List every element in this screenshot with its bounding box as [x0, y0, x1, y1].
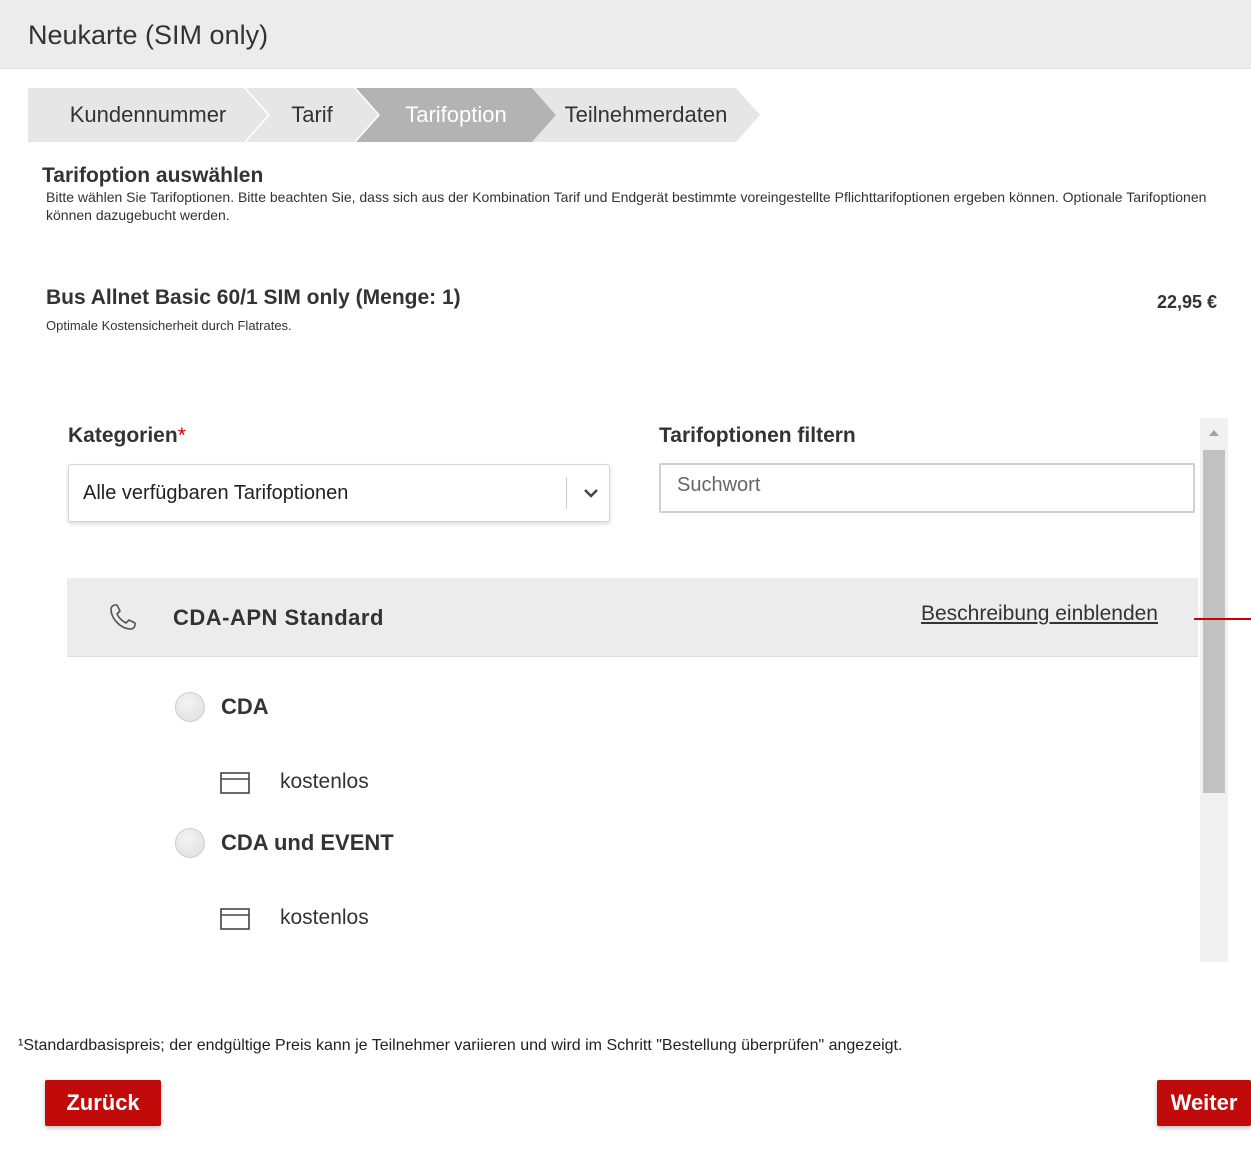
- chevron-down-icon[interactable]: [581, 483, 601, 503]
- option-label-cda-und-event: CDA und EVENT: [221, 830, 394, 855]
- tariff-name: Bus Allnet Basic 60/1 SIM only (Menge: 1…: [46, 286, 461, 309]
- section-title: Tarifoption auswählen: [42, 164, 264, 187]
- option-group-title: CDA-APN Standard: [173, 605, 384, 630]
- red-indicator-line: [1194, 618, 1251, 620]
- step-kundennummer[interactable]: Kundennummer: [28, 88, 268, 142]
- breadcrumb-stepper: Kundennummer Tarif Tarifoption Teilnehme…: [28, 88, 768, 142]
- section-description: Bitte wählen Sie Tarifoptionen. Bitte be…: [46, 189, 1207, 223]
- categories-label-text: Kategorien: [68, 424, 178, 447]
- show-description-link[interactable]: Beschreibung einblenden: [921, 602, 1158, 626]
- option-price-cda: kostenlos: [280, 770, 369, 793]
- step-label: Tarif: [291, 102, 333, 127]
- radio-cda-und-event[interactable]: [175, 828, 205, 858]
- page-header: Neukarte (SIM only): [0, 0, 1251, 69]
- scroll-up-arrow-icon[interactable]: [1200, 418, 1228, 448]
- select-divider: [566, 477, 567, 509]
- next-button[interactable]: Weiter: [1157, 1080, 1251, 1126]
- back-button[interactable]: Zurück: [45, 1080, 161, 1126]
- phone-icon: [110, 604, 136, 630]
- option-label-cda: CDA: [221, 694, 269, 719]
- categories-selected-value: Alle verfügbaren Tarifoptionen: [83, 482, 349, 504]
- option-group-header: CDA-APN Standard Beschreibung einblenden: [67, 578, 1198, 657]
- option-price-cda-und-event: kostenlos: [280, 906, 369, 929]
- step-label: Kundennummer: [69, 102, 227, 127]
- scrollbar-thumb[interactable]: [1203, 450, 1225, 793]
- radio-cda[interactable]: [175, 692, 205, 722]
- search-input[interactable]: [659, 463, 1195, 513]
- required-mark: *: [177, 424, 186, 447]
- footnote: ¹Standardbasispreis; der endgültige Prei…: [18, 1037, 903, 1054]
- categories-label: Kategorien*: [68, 424, 186, 448]
- credit-card-icon: [220, 908, 250, 930]
- step-label: Teilnehmerdaten: [564, 102, 728, 127]
- step-tarifoption[interactable]: Tarifoption: [356, 88, 556, 142]
- credit-card-icon: [220, 772, 250, 794]
- filter-label: Tarifoptionen filtern: [659, 424, 856, 447]
- page-title: Neukarte (SIM only): [28, 20, 269, 50]
- tariff-price: 22,95 €: [1156, 292, 1217, 312]
- categories-select[interactable]: Alle verfügbaren Tarifoptionen: [68, 464, 610, 522]
- step-teilnehmerdaten[interactable]: Teilnehmerdaten: [532, 88, 760, 142]
- tariff-description: Optimale Kostensicherheit durch Flatrate…: [46, 318, 292, 333]
- step-label: Tarifoption: [405, 102, 507, 127]
